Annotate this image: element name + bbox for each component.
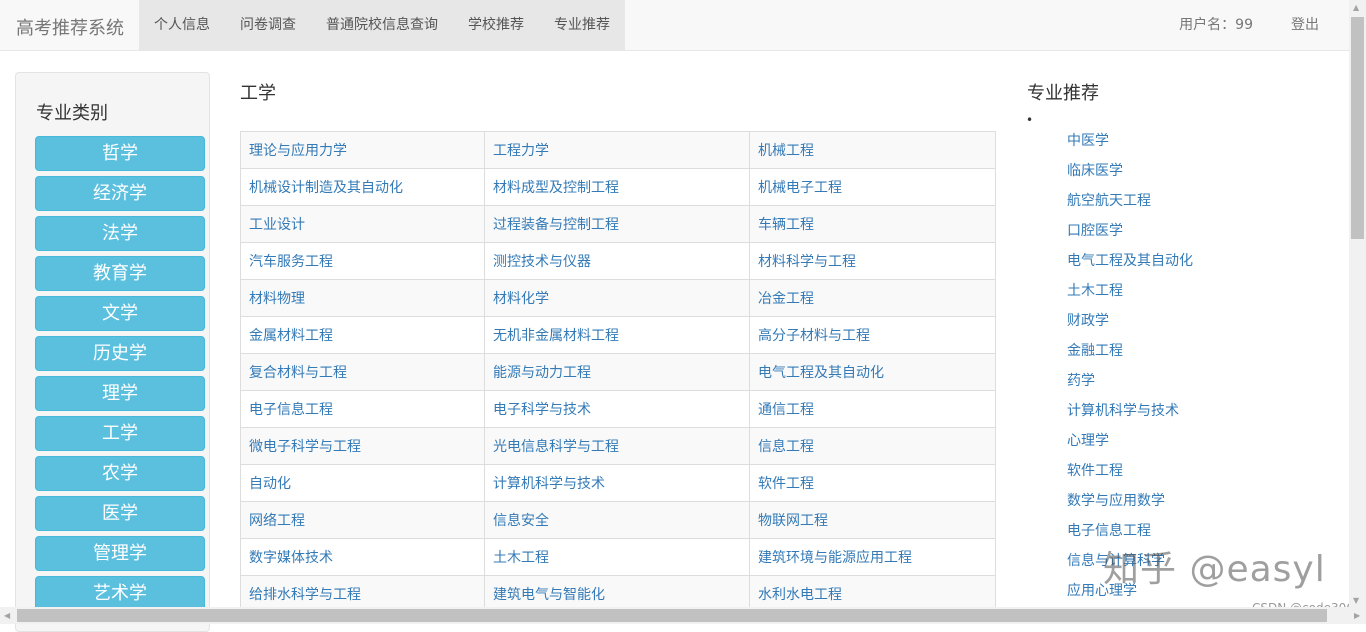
list-bullet: • bbox=[1026, 113, 1034, 127]
recommend-item[interactable]: 金融工程 bbox=[1067, 340, 1193, 370]
major-link[interactable]: 机械设计制造及其自动化 bbox=[240, 168, 485, 206]
major-link[interactable]: 工程力学 bbox=[484, 131, 750, 169]
recommend-item[interactable]: 数学与应用数学 bbox=[1067, 490, 1193, 520]
major-link[interactable]: 金属材料工程 bbox=[240, 316, 485, 354]
nav-item-major-recommend[interactable]: 专业推荐 bbox=[539, 0, 625, 50]
major-table: 理论与应用力学 工程力学 机械工程 机械设计制造及其自动化 材料成型及控制工程 … bbox=[240, 131, 996, 613]
recommend-item[interactable]: 心理学 bbox=[1067, 430, 1193, 460]
table-row: 数字媒体技术 土木工程 建筑环境与能源应用工程 bbox=[240, 538, 996, 576]
category-button-arts[interactable]: 艺术学 bbox=[35, 576, 205, 611]
recommend-item[interactable]: 中医学 bbox=[1067, 130, 1193, 160]
major-link[interactable]: 测控技术与仪器 bbox=[484, 242, 750, 280]
recommend-item[interactable]: 电气工程及其自动化 bbox=[1067, 250, 1193, 280]
recommend-item[interactable]: 软件工程 bbox=[1067, 460, 1193, 490]
username-label: 用户名：99 bbox=[1179, 17, 1253, 33]
scroll-right-icon[interactable]: ▶ bbox=[1354, 611, 1360, 620]
table-row: 理论与应用力学 工程力学 机械工程 bbox=[240, 131, 996, 169]
major-link[interactable]: 材料成型及控制工程 bbox=[484, 168, 750, 206]
major-link[interactable]: 自动化 bbox=[240, 464, 485, 502]
category-button-management[interactable]: 管理学 bbox=[35, 536, 205, 571]
major-link[interactable]: 汽车服务工程 bbox=[240, 242, 485, 280]
table-row: 电子信息工程 电子科学与技术 通信工程 bbox=[240, 390, 996, 428]
major-link[interactable]: 能源与动力工程 bbox=[484, 353, 750, 391]
recommend-item[interactable]: 临床医学 bbox=[1067, 160, 1193, 190]
major-link[interactable]: 过程装备与控制工程 bbox=[484, 205, 750, 243]
category-panel-title: 专业类别 bbox=[36, 103, 108, 124]
recommend-item[interactable]: 口腔医学 bbox=[1067, 220, 1193, 250]
category-panel: 专业类别 哲学 经济学 法学 教育学 文学 历史学 理学 工学 农学 医学 管理… bbox=[15, 72, 210, 632]
major-link[interactable]: 软件工程 bbox=[749, 464, 996, 502]
logout-link[interactable]: 登出 bbox=[1291, 0, 1319, 50]
recommend-item[interactable]: 药学 bbox=[1067, 370, 1193, 400]
category-button-philosophy[interactable]: 哲学 bbox=[35, 136, 205, 171]
major-link[interactable]: 无机非金属材料工程 bbox=[484, 316, 750, 354]
major-link[interactable]: 机械工程 bbox=[749, 131, 996, 169]
brand-title[interactable]: 高考推荐系统 bbox=[16, 14, 124, 40]
nav-item-survey[interactable]: 问卷调查 bbox=[225, 0, 311, 50]
navbar: 高考推荐系统 个人信息 问卷调查 普通院校信息查询 学校推荐 专业推荐 用户名：… bbox=[0, 0, 1349, 51]
category-button-education[interactable]: 教育学 bbox=[35, 256, 205, 291]
major-link[interactable]: 计算机科学与技术 bbox=[484, 464, 750, 502]
major-link[interactable]: 复合材料与工程 bbox=[240, 353, 485, 391]
table-row: 自动化 计算机科学与技术 软件工程 bbox=[240, 464, 996, 502]
major-link[interactable]: 车辆工程 bbox=[749, 205, 996, 243]
table-row: 机械设计制造及其自动化 材料成型及控制工程 机械电子工程 bbox=[240, 168, 996, 206]
category-button-economics[interactable]: 经济学 bbox=[35, 176, 205, 211]
major-link[interactable]: 高分子材料与工程 bbox=[749, 316, 996, 354]
nav-item-school-recommend[interactable]: 学校推荐 bbox=[453, 0, 539, 50]
table-row: 材料物理 材料化学 冶金工程 bbox=[240, 279, 996, 317]
horizontal-scrollbar-thumb[interactable] bbox=[17, 609, 1327, 622]
major-link[interactable]: 信息安全 bbox=[484, 501, 750, 539]
recommend-heading: 专业推荐 bbox=[1027, 83, 1099, 104]
major-link[interactable]: 微电子科学与工程 bbox=[240, 427, 485, 465]
category-button-history[interactable]: 历史学 bbox=[35, 336, 205, 371]
major-link[interactable]: 电子科学与技术 bbox=[484, 390, 750, 428]
major-link[interactable]: 材料化学 bbox=[484, 279, 750, 317]
major-link[interactable]: 光电信息科学与工程 bbox=[484, 427, 750, 465]
major-link[interactable]: 土木工程 bbox=[484, 538, 750, 576]
recommend-list: 中医学 临床医学 航空航天工程 口腔医学 电气工程及其自动化 土木工程 财政学 … bbox=[1067, 130, 1193, 610]
major-link[interactable]: 电子信息工程 bbox=[240, 390, 485, 428]
category-heading: 工学 bbox=[240, 83, 276, 104]
recommend-item[interactable]: 计算机科学与技术 bbox=[1067, 400, 1193, 430]
major-link[interactable]: 通信工程 bbox=[749, 390, 996, 428]
major-link[interactable]: 电气工程及其自动化 bbox=[749, 353, 996, 391]
category-button-science[interactable]: 理学 bbox=[35, 376, 205, 411]
scroll-up-icon[interactable]: ▲ bbox=[1353, 3, 1359, 12]
table-row: 微电子科学与工程 光电信息科学与工程 信息工程 bbox=[240, 427, 996, 465]
major-link[interactable]: 物联网工程 bbox=[749, 501, 996, 539]
nav-menu: 个人信息 问卷调查 普通院校信息查询 学校推荐 专业推荐 bbox=[139, 0, 625, 50]
table-row: 复合材料与工程 能源与动力工程 电气工程及其自动化 bbox=[240, 353, 996, 391]
category-button-agriculture[interactable]: 农学 bbox=[35, 456, 205, 491]
major-link[interactable]: 机械电子工程 bbox=[749, 168, 996, 206]
category-button-engineering[interactable]: 工学 bbox=[35, 416, 205, 451]
table-row: 工业设计 过程装备与控制工程 车辆工程 bbox=[240, 205, 996, 243]
vertical-scrollbar-thumb[interactable] bbox=[1351, 17, 1364, 239]
recommend-item[interactable]: 财政学 bbox=[1067, 310, 1193, 340]
major-link[interactable]: 材料物理 bbox=[240, 279, 485, 317]
major-link[interactable]: 材料科学与工程 bbox=[749, 242, 996, 280]
major-link[interactable]: 理论与应用力学 bbox=[240, 131, 485, 169]
recommend-item[interactable]: 土木工程 bbox=[1067, 280, 1193, 310]
major-link[interactable]: 信息工程 bbox=[749, 427, 996, 465]
major-link[interactable]: 数字媒体技术 bbox=[240, 538, 485, 576]
major-link[interactable]: 工业设计 bbox=[240, 205, 485, 243]
category-button-literature[interactable]: 文学 bbox=[35, 296, 205, 331]
table-row: 汽车服务工程 测控技术与仪器 材料科学与工程 bbox=[240, 242, 996, 280]
nav-item-profile[interactable]: 个人信息 bbox=[139, 0, 225, 50]
scroll-down-icon[interactable]: ▼ bbox=[1353, 596, 1359, 605]
table-row: 金属材料工程 无机非金属材料工程 高分子材料与工程 bbox=[240, 316, 996, 354]
major-link[interactable]: 冶金工程 bbox=[749, 279, 996, 317]
recommend-item[interactable]: 航空航天工程 bbox=[1067, 190, 1193, 220]
category-button-medicine[interactable]: 医学 bbox=[35, 496, 205, 531]
scroll-left-icon[interactable]: ◀ bbox=[4, 611, 10, 620]
nav-user-area: 用户名：99 登出 bbox=[1179, 0, 1319, 50]
major-link[interactable]: 建筑环境与能源应用工程 bbox=[749, 538, 996, 576]
zhihu-watermark: 知乎 @easyl bbox=[1103, 549, 1326, 590]
major-link[interactable]: 网络工程 bbox=[240, 501, 485, 539]
table-row: 网络工程 信息安全 物联网工程 bbox=[240, 501, 996, 539]
nav-item-college-query[interactable]: 普通院校信息查询 bbox=[311, 0, 453, 50]
category-button-law[interactable]: 法学 bbox=[35, 216, 205, 251]
